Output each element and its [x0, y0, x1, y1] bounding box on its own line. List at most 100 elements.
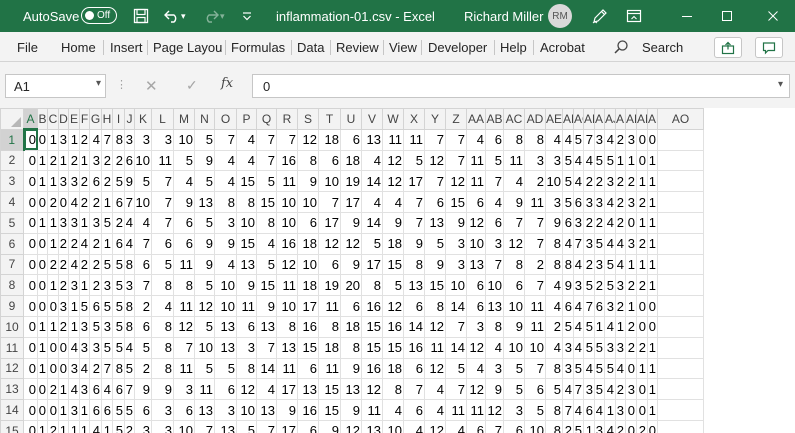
cell[interactable]: 2	[583, 170, 595, 193]
cell[interactable]: 11	[466, 399, 486, 421]
cell[interactable]: 18	[297, 274, 319, 297]
cell[interactable]: 0	[647, 128, 658, 151]
cell[interactable]: 1	[647, 232, 658, 255]
cell[interactable]: 4	[562, 128, 574, 151]
cell[interactable]: 5	[112, 336, 125, 359]
cell[interactable]: 5	[194, 128, 215, 151]
cell[interactable]: 3	[562, 357, 574, 380]
cell[interactable]: 18	[297, 232, 319, 255]
cell[interactable]: 7	[583, 128, 595, 151]
cell[interactable]: 9	[340, 211, 362, 234]
cell[interactable]: 5	[503, 378, 525, 401]
cell[interactable]: 1	[625, 253, 637, 276]
cell[interactable]: 5	[594, 232, 605, 255]
column-header[interactable]: N	[194, 108, 215, 130]
cell[interactable]: 11	[466, 149, 486, 172]
cell[interactable]: 5	[594, 357, 605, 380]
formula-input[interactable]: 0 ▾	[252, 74, 790, 98]
cell[interactable]: 7	[424, 128, 446, 151]
cell[interactable]: 4	[604, 211, 616, 234]
cell[interactable]: 2	[562, 419, 574, 433]
cell[interactable]: 7	[485, 170, 504, 193]
cell[interactable]: 15	[256, 191, 277, 213]
cell[interactable]: 14	[403, 315, 425, 338]
cell[interactable]: 13	[214, 315, 237, 338]
cell[interactable]: 6	[466, 419, 486, 433]
cell[interactable]	[657, 274, 704, 297]
cell[interactable]: 5	[124, 399, 135, 421]
cell[interactable]: 2	[101, 149, 113, 172]
cell[interactable]: 2	[58, 232, 69, 255]
cell[interactable]: 2	[112, 211, 125, 234]
cell[interactable]: 5	[503, 357, 525, 380]
cell[interactable]: 12	[424, 357, 446, 380]
cell[interactable]: 6	[173, 232, 195, 255]
cell[interactable]: 10	[382, 419, 404, 433]
cell[interactable]: 11	[194, 378, 215, 401]
row-header[interactable]: 13	[0, 378, 24, 401]
column-header[interactable]: AC	[503, 108, 525, 130]
cell[interactable]: 9	[403, 232, 425, 255]
cell[interactable]: 8	[503, 128, 525, 151]
cell[interactable]: 4	[124, 211, 135, 234]
cell[interactable]: 19	[318, 274, 341, 297]
cell[interactable]: 4	[382, 191, 404, 213]
cell[interactable]: 0	[647, 419, 658, 433]
undo-icon[interactable]	[161, 0, 183, 32]
row-header[interactable]: 14	[0, 399, 24, 421]
search-label[interactable]: Search	[642, 32, 683, 62]
cell[interactable]: 2	[545, 315, 563, 338]
cell[interactable]: 7	[101, 128, 113, 151]
cell[interactable]: 2	[615, 295, 626, 317]
row-header[interactable]: 9	[0, 295, 24, 317]
cell[interactable]: 3	[524, 149, 546, 172]
cell[interactable]: 5	[101, 336, 113, 359]
cell[interactable]: 2	[594, 274, 605, 297]
cell[interactable]: 1	[37, 315, 48, 338]
cell[interactable]: 9	[545, 211, 563, 234]
cell[interactable]: 12	[382, 295, 404, 317]
cell[interactable]: 8	[382, 378, 404, 401]
cell[interactable]: 8	[173, 274, 195, 297]
cell[interactable]: 2	[79, 170, 90, 193]
cell[interactable]: 5	[382, 274, 404, 297]
column-header[interactable]: T	[318, 108, 341, 130]
cell[interactable]: 1	[636, 357, 648, 380]
column-header[interactable]: AK	[615, 108, 626, 130]
redo-icon[interactable]	[200, 0, 222, 32]
cell[interactable]: 8	[485, 315, 504, 338]
column-header[interactable]: S	[297, 108, 319, 130]
cell[interactable]	[657, 378, 704, 401]
cell[interactable]: 8	[256, 211, 277, 234]
comments-button[interactable]	[755, 37, 783, 58]
cell[interactable]: 8	[503, 253, 525, 276]
cell[interactable]: 3	[594, 191, 605, 213]
cell[interactable]: 4	[545, 274, 563, 297]
cell[interactable]: 5	[403, 149, 425, 172]
cell[interactable]: 6	[89, 378, 102, 401]
cell[interactable]: 5	[112, 399, 125, 421]
column-header[interactable]: AJ	[604, 108, 616, 130]
cell[interactable]: 13	[361, 128, 383, 151]
cell[interactable]: 4	[615, 253, 626, 276]
cell[interactable]: 1	[647, 253, 658, 276]
cell[interactable]: 15	[445, 191, 467, 213]
cell[interactable]: 18	[382, 357, 404, 380]
cell[interactable]: 2	[89, 357, 102, 380]
customize-toolbar-icon[interactable]	[236, 0, 258, 32]
cell[interactable]: 1	[68, 295, 80, 317]
column-header[interactable]: R	[276, 108, 298, 130]
cell[interactable]: 12	[485, 399, 504, 421]
cell[interactable]: 13	[297, 378, 319, 401]
cell[interactable]: 3	[134, 419, 152, 433]
cell[interactable]: 10	[503, 295, 525, 317]
cell[interactable]: 6	[403, 357, 425, 380]
cell[interactable]: 7	[124, 378, 135, 401]
cell[interactable]: 3	[583, 191, 595, 213]
cell[interactable]: 0	[636, 149, 648, 172]
cell[interactable]: 4	[562, 378, 574, 401]
column-header[interactable]: P	[236, 108, 257, 130]
cell[interactable]: 0	[23, 399, 38, 421]
cell[interactable]: 3	[89, 336, 102, 359]
column-header[interactable]: M	[173, 108, 195, 130]
